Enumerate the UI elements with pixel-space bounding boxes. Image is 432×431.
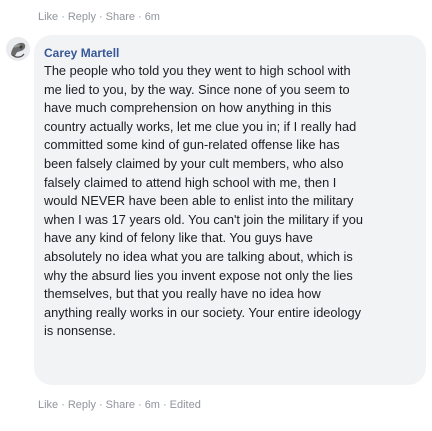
separator: ·	[61, 11, 65, 23]
separator: ·	[98, 399, 103, 411]
comment-author[interactable]: Carey Martell	[44, 45, 119, 61]
edited-label[interactable]: Edited	[170, 399, 201, 411]
timestamp[interactable]: 6m	[145, 11, 160, 23]
user-avatar-icon[interactable]	[5, 36, 31, 62]
separator: ·	[162, 399, 167, 411]
timestamp[interactable]: 6m	[145, 399, 160, 411]
reply-button[interactable]: Reply	[68, 11, 96, 23]
share-button[interactable]: Share	[106, 11, 135, 23]
like-button[interactable]: Like	[38, 11, 58, 23]
comment-thread: Like · Reply · Share · 6m Carey Martell …	[0, 0, 432, 431]
comment-actions: Like · Reply · Share · 6m · Edited	[38, 399, 201, 411]
prev-comment-actions: Like · Reply · Share · 6m	[38, 11, 160, 23]
separator: ·	[98, 11, 103, 23]
share-button[interactable]: Share	[106, 399, 135, 411]
comment-bubble: Carey Martell The people who told you th…	[34, 35, 426, 385]
separator: ·	[138, 399, 142, 411]
like-button[interactable]: Like	[38, 399, 58, 411]
comment-text: The people who told you they went to hig…	[44, 63, 363, 339]
separator: ·	[61, 399, 65, 411]
separator: ·	[138, 11, 142, 23]
reply-button[interactable]: Reply	[68, 399, 96, 411]
